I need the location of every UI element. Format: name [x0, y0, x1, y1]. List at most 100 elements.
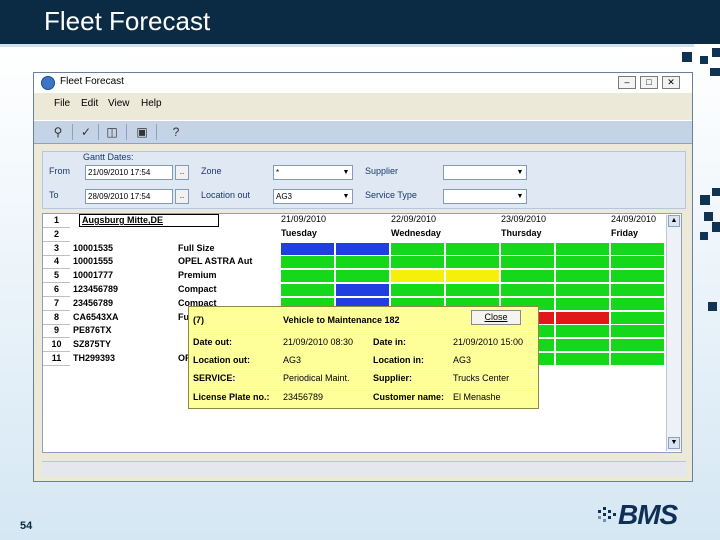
gantt-cell[interactable]: [501, 242, 555, 256]
gantt-cell[interactable]: [281, 242, 335, 256]
toolbar-separator: [98, 124, 99, 140]
menu-file[interactable]: File: [54, 98, 70, 109]
gantt-cell[interactable]: [556, 353, 610, 366]
gantt-cell[interactable]: [556, 256, 610, 270]
service-type-select[interactable]: ▼: [443, 189, 527, 204]
to-date-input[interactable]: 28/09/2010 17:54: [85, 189, 173, 204]
bms-logo-mark: [598, 507, 616, 522]
gantt-cell[interactable]: [391, 242, 445, 256]
scroll-up-icon[interactable]: ▲: [668, 215, 680, 227]
menu-help[interactable]: Help: [141, 98, 162, 109]
gantt-cell[interactable]: [611, 284, 665, 297]
vehicle-id[interactable]: SZ875TY: [73, 338, 111, 351]
gantt-cell[interactable]: [281, 270, 335, 284]
gantt-cell[interactable]: [611, 297, 665, 311]
gantt-cell[interactable]: [556, 297, 610, 311]
help-icon[interactable]: ?: [168, 124, 184, 140]
maximize-button[interactable]: □: [640, 76, 658, 89]
gantt-cell[interactable]: [336, 270, 390, 284]
gantt-cell[interactable]: [556, 325, 610, 339]
date-header: 23/09/2010: [501, 214, 547, 224]
decor-square: [708, 302, 717, 311]
scroll-down-icon[interactable]: ▼: [668, 437, 680, 449]
zone-label: Zone: [201, 166, 222, 176]
toolbar: ⚲ ✓ ◫ ▣ ?: [34, 120, 692, 144]
location-in-value: AG3: [453, 355, 472, 365]
gantt-cell[interactable]: [391, 270, 445, 284]
gantt-cell[interactable]: [336, 284, 390, 297]
chevron-down-icon[interactable]: ▼: [340, 166, 352, 179]
menu-view[interactable]: View: [108, 98, 130, 109]
popup-close-button[interactable]: Close: [471, 310, 521, 325]
location-header: Augsburg Mitte,DE: [82, 215, 163, 225]
gantt-cell[interactable]: [611, 242, 665, 256]
zone-select[interactable]: * ▼: [273, 165, 353, 180]
gantt-cell[interactable]: [611, 339, 665, 353]
day-header: Friday: [611, 228, 639, 238]
chevron-down-icon[interactable]: ▼: [340, 190, 352, 203]
gantt-cell[interactable]: [556, 311, 610, 325]
export-icon[interactable]: ◫: [104, 124, 120, 140]
vehicle-id[interactable]: 123456789: [73, 283, 118, 296]
chevron-down-icon[interactable]: ▼: [514, 166, 526, 179]
from-date-input[interactable]: 21/09/2010 17:54: [85, 165, 173, 180]
gantt-cell[interactable]: [611, 353, 665, 366]
gantt-cell[interactable]: [611, 311, 665, 325]
location-out-select[interactable]: AG3 ▼: [273, 189, 353, 204]
gantt-cell[interactable]: [556, 242, 610, 256]
vehicle-id[interactable]: 23456789: [73, 297, 113, 310]
gantt-cell[interactable]: [501, 284, 555, 297]
gantt-cell[interactable]: [446, 242, 500, 256]
gantt-cell[interactable]: [446, 284, 500, 297]
screen-icon[interactable]: ▣: [134, 124, 150, 140]
from-date-picker-button[interactable]: ..: [175, 165, 189, 180]
gantt-cell[interactable]: [556, 270, 610, 284]
gantt-cell[interactable]: [281, 284, 335, 297]
gantt-cell[interactable]: [281, 256, 335, 270]
gantt-cell[interactable]: [391, 284, 445, 297]
gantt-cell[interactable]: [556, 339, 610, 353]
search-icon[interactable]: ⚲: [50, 124, 66, 140]
vehicle-id[interactable]: 10001535: [73, 242, 113, 255]
location-out-value: AG3: [283, 355, 302, 365]
to-date-picker-button[interactable]: ..: [175, 189, 189, 204]
vehicle-class: OPEL ASTRA Aut: [178, 256, 253, 267]
gantt-cell[interactable]: [501, 270, 555, 284]
decor-square: [700, 56, 708, 64]
location-header-cell[interactable]: Augsburg Mitte,DE: [79, 214, 219, 227]
gantt-cell[interactable]: [611, 256, 665, 270]
row-number: 10: [43, 338, 70, 353]
vehicle-id[interactable]: 10001777: [73, 269, 113, 282]
gantt-cell[interactable]: [501, 256, 555, 270]
decor-square: [682, 52, 692, 62]
gantt-cell[interactable]: [611, 325, 665, 339]
vehicle-id[interactable]: CA6543XA: [73, 311, 119, 324]
row-number: 8: [43, 311, 70, 325]
popup-title: Vehicle to Maintenance 182: [283, 315, 400, 325]
row-number: 3: [43, 242, 70, 256]
menu-edit[interactable]: Edit: [81, 98, 98, 109]
supplier-select[interactable]: ▼: [443, 165, 527, 180]
date-header: 24/09/2010: [611, 214, 657, 224]
gantt-cell[interactable]: [446, 256, 500, 270]
gantt-cell[interactable]: [556, 284, 610, 297]
title-bar[interactable]: Fleet Forecast – □ ✕: [34, 73, 692, 93]
chevron-down-icon[interactable]: ▼: [514, 190, 526, 203]
vehicle-id[interactable]: TH299393: [73, 352, 115, 365]
wrench-icon[interactable]: ✓: [78, 124, 94, 140]
license-plate-value: 23456789: [283, 392, 324, 402]
vehicle-id[interactable]: PE876TX: [73, 324, 112, 337]
close-button[interactable]: ✕: [662, 76, 680, 89]
from-label: From: [49, 166, 70, 176]
vehicle-class: Premium: [178, 270, 217, 281]
gantt-cell[interactable]: [446, 270, 500, 284]
gantt-cell[interactable]: [336, 242, 390, 256]
day-header: Tuesday: [281, 228, 317, 238]
gantt-cell[interactable]: [391, 256, 445, 270]
gantt-cell[interactable]: [336, 256, 390, 270]
date-in-value: 21/09/2010 15:00: [453, 337, 524, 347]
minimize-button[interactable]: –: [618, 76, 636, 89]
vertical-scrollbar[interactable]: ▲ ▼: [666, 215, 681, 451]
vehicle-id[interactable]: 10001555: [73, 255, 113, 268]
gantt-cell[interactable]: [611, 270, 665, 284]
